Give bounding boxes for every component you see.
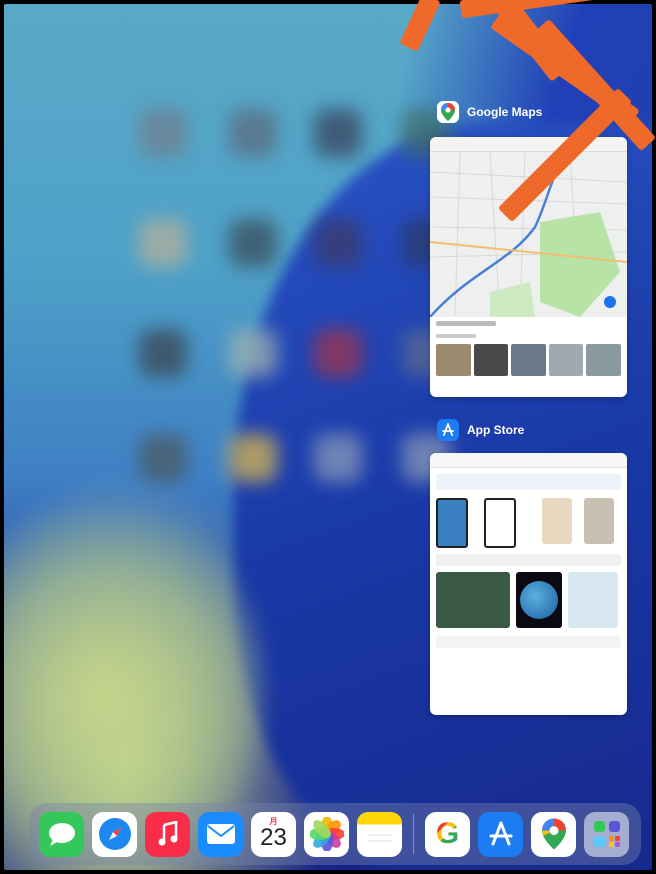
maps-photo bbox=[436, 344, 471, 376]
blurred-app-icon bbox=[229, 109, 277, 157]
messages-icon[interactable] bbox=[39, 811, 84, 857]
blurred-app-icon bbox=[314, 329, 362, 377]
calendar-icon[interactable]: 月 23 bbox=[251, 811, 296, 857]
appstore-screenshot bbox=[484, 498, 516, 548]
app-name-maps: Google Maps bbox=[467, 105, 543, 119]
app-library-icon[interactable] bbox=[584, 811, 629, 857]
app-thumbnail-appstore[interactable] bbox=[430, 453, 627, 715]
google-maps-icon bbox=[437, 101, 459, 123]
google-letter: G bbox=[435, 817, 460, 850]
blurred-app-icon bbox=[139, 109, 187, 157]
app-name-appstore: App Store bbox=[467, 423, 525, 437]
blurred-app-icon bbox=[229, 434, 277, 482]
appstore-screenshot bbox=[542, 498, 572, 544]
appstore-screenshot bbox=[436, 572, 510, 628]
calendar-date: 23 bbox=[260, 824, 287, 851]
appstore-screenshots bbox=[436, 498, 621, 548]
blurred-app-icon bbox=[139, 434, 187, 482]
appstore-earth-screens bbox=[436, 572, 621, 628]
music-icon[interactable] bbox=[145, 811, 190, 857]
blurred-app-icon bbox=[139, 219, 187, 267]
blurred-app-icon bbox=[229, 329, 277, 377]
google-icon[interactable]: G bbox=[425, 811, 470, 857]
dock-separator bbox=[413, 814, 414, 854]
appstore-result-row bbox=[436, 636, 621, 648]
notes-icon[interactable] bbox=[357, 811, 402, 857]
app-switcher-header-maps[interactable]: Google Maps bbox=[437, 100, 542, 124]
dock: 月 23 G bbox=[29, 803, 641, 865]
app-switcher-header-appstore[interactable]: App Store bbox=[437, 418, 524, 442]
maps-photo bbox=[548, 344, 584, 376]
maps-photo bbox=[586, 344, 621, 376]
app-store-icon[interactable] bbox=[478, 811, 523, 857]
maps-photo bbox=[473, 344, 509, 376]
maps-sheet-title bbox=[436, 321, 496, 326]
app-store-icon bbox=[437, 419, 459, 441]
blurred-app-icon bbox=[314, 434, 362, 482]
maps-sheet-subtitle bbox=[436, 334, 476, 338]
blurred-app-icon bbox=[229, 219, 277, 267]
ipad-screen bbox=[4, 4, 652, 870]
appstore-result-row bbox=[436, 474, 621, 490]
google-maps-icon[interactable] bbox=[531, 811, 576, 857]
maps-bottom-sheet bbox=[430, 317, 627, 380]
maps-photo-strip bbox=[436, 344, 621, 376]
appstore-screenshot bbox=[436, 498, 468, 548]
appstore-results bbox=[430, 468, 627, 654]
appstore-screenshot bbox=[516, 572, 562, 628]
maps-top-bar bbox=[430, 137, 627, 152]
blurred-app-icon bbox=[314, 219, 362, 267]
safari-icon[interactable] bbox=[92, 811, 137, 857]
blurred-app-icon bbox=[139, 329, 187, 377]
appstore-result-row bbox=[436, 554, 621, 566]
photos-icon[interactable] bbox=[304, 811, 349, 857]
appstore-screenshot bbox=[584, 498, 614, 544]
globe-icon bbox=[520, 581, 558, 619]
appstore-search-bar bbox=[430, 453, 627, 468]
appstore-screenshot bbox=[568, 572, 618, 628]
blurred-app-icon bbox=[314, 109, 362, 157]
mail-icon[interactable] bbox=[198, 811, 243, 857]
maps-photo bbox=[511, 344, 546, 376]
